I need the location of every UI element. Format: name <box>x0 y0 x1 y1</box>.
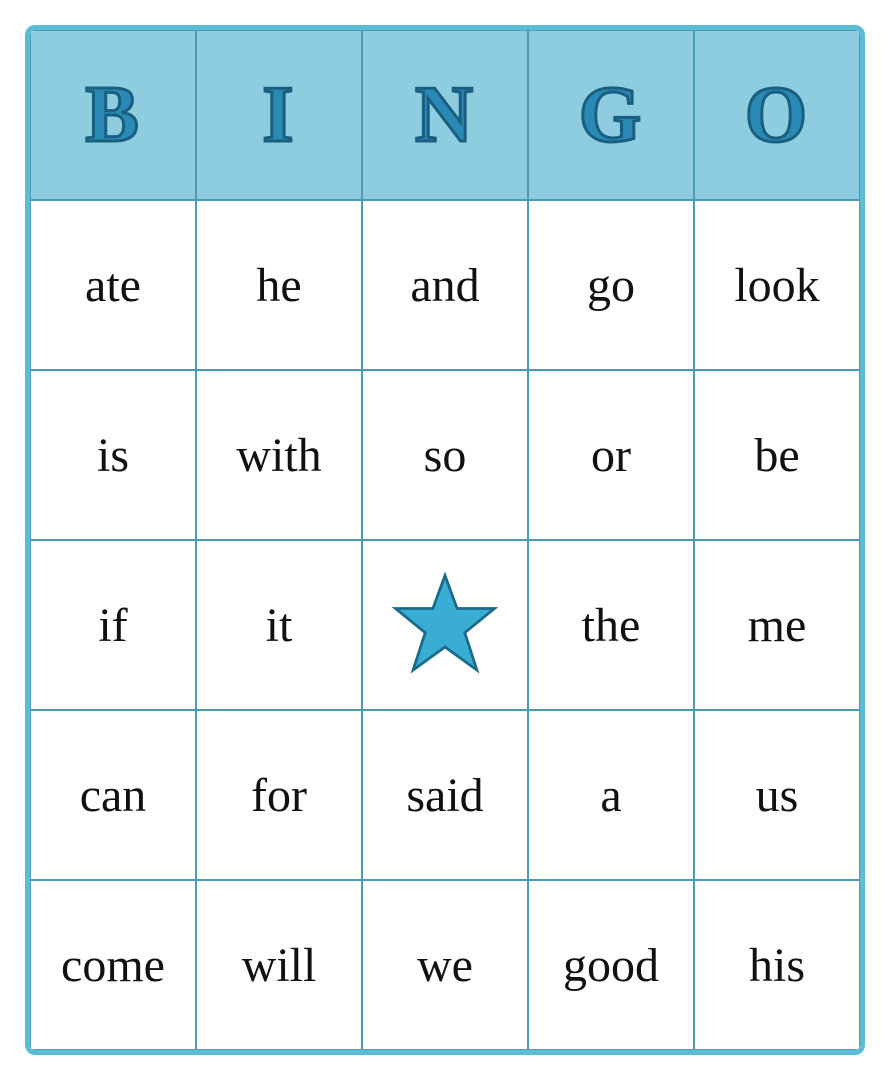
cell-is[interactable]: is <box>30 370 196 540</box>
cell-or[interactable]: or <box>528 370 694 540</box>
cell-said[interactable]: said <box>362 710 528 880</box>
header-n: N <box>362 30 528 200</box>
cell-his[interactable]: his <box>694 880 860 1050</box>
bingo-grid: B I N G O ate he and go look <box>30 30 860 1050</box>
cell-it[interactable]: it <box>196 540 362 710</box>
cell-go[interactable]: go <box>528 200 694 370</box>
cell-good[interactable]: good <box>528 880 694 1050</box>
cell-me[interactable]: me <box>694 540 860 710</box>
cell-the[interactable]: the <box>528 540 694 710</box>
header-letter-i: I <box>262 70 295 161</box>
cell-come[interactable]: come <box>30 880 196 1050</box>
cell-be[interactable]: be <box>694 370 860 540</box>
header-o: O <box>694 30 860 200</box>
cell-for[interactable]: for <box>196 710 362 880</box>
header-letter-g: G <box>579 70 643 161</box>
cell-free-star[interactable] <box>362 540 528 710</box>
header-letter-n: N <box>415 70 475 161</box>
cell-us[interactable]: us <box>694 710 860 880</box>
cell-a[interactable]: a <box>528 710 694 880</box>
cell-so[interactable]: so <box>362 370 528 540</box>
cell-look[interactable]: look <box>694 200 860 370</box>
header-letter-o: O <box>745 70 809 161</box>
cell-if[interactable]: if <box>30 540 196 710</box>
cell-will[interactable]: will <box>196 880 362 1050</box>
header-i: I <box>196 30 362 200</box>
cell-we[interactable]: we <box>362 880 528 1050</box>
header-g: G <box>528 30 694 200</box>
header-b: B <box>30 30 196 200</box>
cell-ate[interactable]: ate <box>30 200 196 370</box>
cell-with[interactable]: with <box>196 370 362 540</box>
header-letter-b: B <box>85 70 140 161</box>
cell-can[interactable]: can <box>30 710 196 880</box>
star-icon <box>390 570 500 680</box>
bingo-card: B I N G O ate he and go look <box>25 25 865 1055</box>
cell-and[interactable]: and <box>362 200 528 370</box>
cell-he[interactable]: he <box>196 200 362 370</box>
